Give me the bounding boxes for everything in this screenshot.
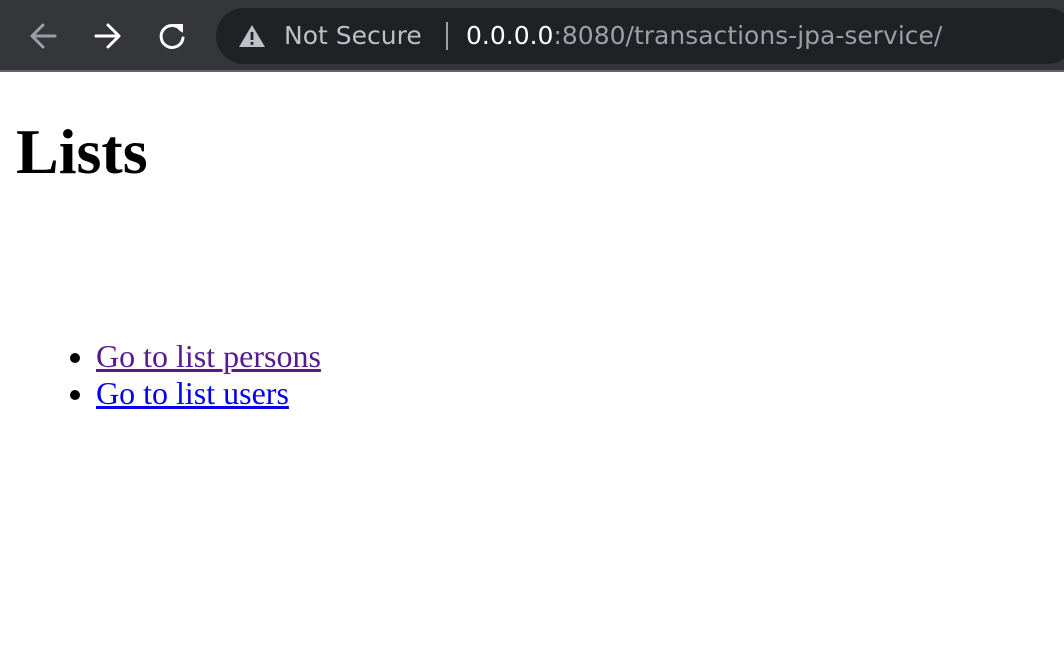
arrow-left-icon xyxy=(30,23,57,49)
url-path: :8080/transactions-jpa-service/ xyxy=(553,21,943,50)
warning-icon[interactable] xyxy=(238,24,266,48)
browser-toolbar: Not Secure 0.0.0.0:8080/transactions-jpa… xyxy=(0,0,1064,72)
url-host: 0.0.0.0 xyxy=(466,21,554,50)
address-bar[interactable]: Not Secure 0.0.0.0:8080/transactions-jpa… xyxy=(216,8,1064,64)
reload-icon xyxy=(159,23,185,49)
url-text[interactable]: 0.0.0.0:8080/transactions-jpa-service/ xyxy=(466,8,942,64)
back-button[interactable] xyxy=(23,16,63,56)
page-content: Lists Go to list persons Go to list user… xyxy=(0,72,1064,648)
list-users-link[interactable]: Go to list users xyxy=(96,375,289,411)
list-item: Go to list persons xyxy=(96,338,321,375)
forward-button[interactable] xyxy=(88,16,128,56)
link-list: Go to list persons Go to list users xyxy=(0,338,321,412)
list-persons-link[interactable]: Go to list persons xyxy=(96,338,321,374)
arrow-right-icon xyxy=(94,23,121,49)
reload-button[interactable] xyxy=(152,16,192,56)
list-item: Go to list users xyxy=(96,375,321,412)
omnibox-divider xyxy=(446,22,448,50)
page-title: Lists xyxy=(16,116,148,187)
security-status-label[interactable]: Not Secure xyxy=(284,8,422,64)
